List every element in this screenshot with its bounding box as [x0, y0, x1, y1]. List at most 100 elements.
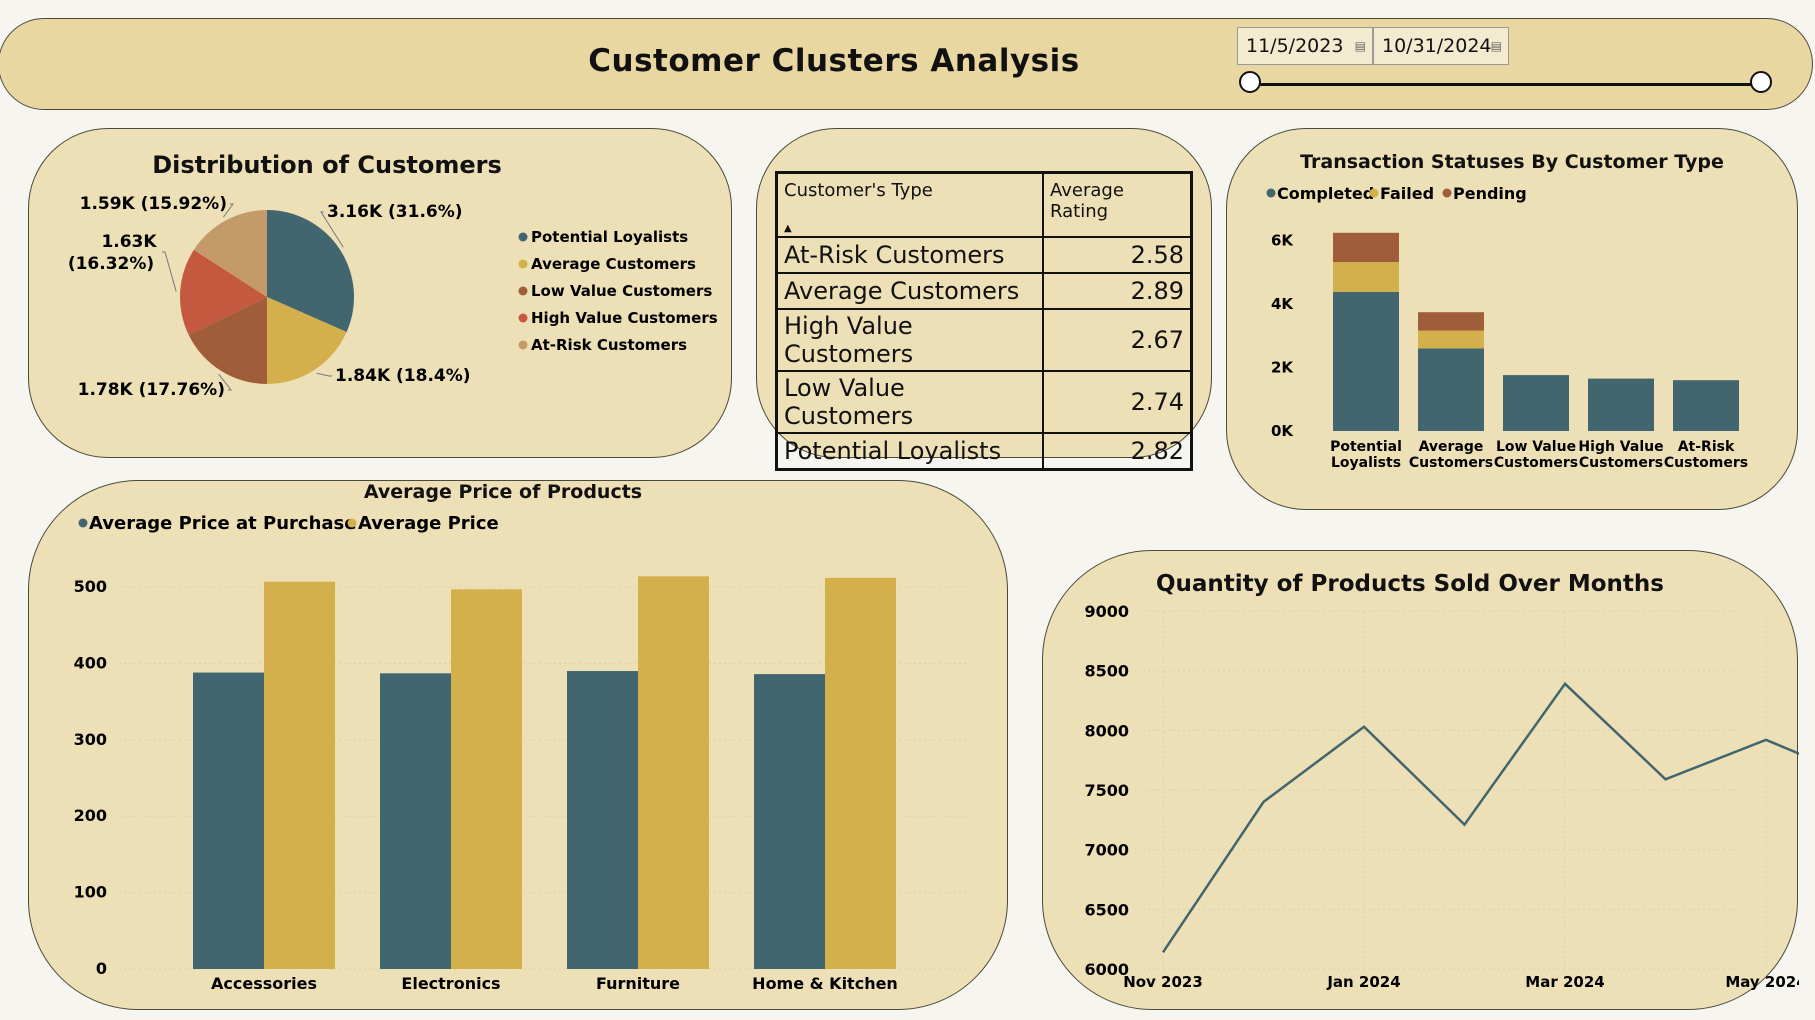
bar-completed	[1673, 380, 1739, 431]
x-tick-label: Low Value	[1496, 439, 1576, 455]
bar-pending	[1418, 312, 1484, 331]
y-tick-label: 100	[74, 883, 107, 902]
y-tick-label: 400	[74, 653, 107, 672]
y-tick-label: 6K	[1271, 231, 1294, 249]
x-tick-label: Loyalists	[1331, 455, 1401, 471]
legend-marker	[1266, 188, 1276, 198]
table-row[interactable]: Potential Loyalists 2.82	[775, 432, 1193, 471]
pie-data-label: 1.84K (18.4%)	[335, 366, 471, 386]
legend-label: At-Risk Customers	[531, 336, 687, 354]
x-tick-label: Jan 2024	[1326, 973, 1400, 991]
bar-completed	[1418, 348, 1484, 431]
y-tick-label: 0	[96, 959, 107, 978]
customer-type-cell: Potential Loyalists	[775, 432, 1044, 471]
bar-failed	[1418, 330, 1484, 349]
legend-label: Average Price	[358, 513, 499, 534]
x-tick-label: Nov 2023	[1123, 973, 1203, 991]
x-tick-label: Furniture	[596, 974, 680, 993]
average-price-panel: Average Price of Products Average Price …	[28, 480, 1008, 1010]
legend-label: Average Price at Purchase	[89, 513, 356, 534]
legend-marker	[518, 313, 528, 323]
bar-average-price	[638, 576, 709, 969]
y-tick-label: 7500	[1084, 781, 1129, 800]
average-rating-cell: 2.89	[1042, 272, 1193, 310]
header-banner: Customer Clusters Analysis 11/5/2023 ▤ 1…	[0, 18, 1813, 110]
table-row[interactable]: Low Value Customers 2.74	[775, 370, 1193, 434]
y-tick-label: 7000	[1084, 841, 1129, 860]
pie-data-label: 1.63K (16.32%)	[68, 232, 158, 274]
average-rating-table: Customer's Type ▲ Average Rating At-Risk…	[775, 171, 1193, 471]
average-rating-cell: 2.67	[1042, 308, 1193, 372]
y-tick-label: 300	[74, 730, 107, 749]
x-tick-label: Mar 2024	[1525, 973, 1604, 991]
transaction-status-chart: Completed Failed Pending0K2K4K6KPotentialL…	[1266, 184, 1748, 471]
y-tick-label: 4K	[1271, 295, 1294, 313]
legend-label: Completed	[1277, 184, 1374, 203]
x-tick-label: Customers	[1664, 455, 1748, 471]
quantity-sold-chart: 6000650070007500800085009000Nov 2023 Jan …	[1084, 602, 1799, 991]
legend-marker	[518, 232, 528, 242]
distribution-panel: Distribution of Customers 3.16K (31.6%) 1…	[28, 128, 732, 458]
calendar-icon[interactable]: ▤	[1355, 28, 1366, 64]
end-date-value: 10/31/2024	[1382, 35, 1492, 57]
pie-leader-line	[162, 251, 177, 292]
y-tick-label: 500	[74, 577, 107, 596]
pie-data-label: 3.16K (31.6%)	[327, 202, 463, 222]
customer-type-cell: High Value Customers	[775, 308, 1044, 372]
x-tick-label: Customers	[1409, 455, 1493, 471]
y-tick-label: 2K	[1271, 358, 1294, 376]
table-row[interactable]: At-Risk Customers 2.58	[775, 236, 1193, 274]
legend-marker	[78, 518, 88, 528]
x-tick-label: At-Risk	[1678, 439, 1735, 455]
y-tick-label: 9000	[1084, 602, 1129, 621]
bar-completed	[1588, 378, 1654, 431]
legend-label: Failed	[1380, 184, 1434, 203]
bar-average-price-at-purchase	[567, 671, 638, 969]
average-rating-cell: 2.82	[1042, 432, 1193, 471]
average-rating-cell: 2.74	[1042, 370, 1193, 434]
customer-type-cell: Low Value Customers	[775, 370, 1044, 434]
y-tick-label: 8000	[1084, 721, 1129, 740]
legend-label: Potential Loyalists	[531, 228, 688, 246]
bar-average-price	[451, 589, 522, 969]
bar-completed	[1333, 291, 1399, 431]
bar-average-price-at-purchase	[380, 673, 451, 969]
bar-failed	[1333, 262, 1399, 292]
legend-marker	[1369, 188, 1379, 198]
x-tick-label: May 2024	[1725, 973, 1799, 991]
column-header-average-rating[interactable]: Average Rating	[1042, 171, 1193, 238]
rating-table-panel: Customer's Type ▲ Average Rating At-Risk…	[756, 128, 1212, 471]
table-row[interactable]: High Value Customers 2.67	[775, 308, 1193, 372]
x-tick-label: Customers	[1494, 455, 1578, 471]
calendar-icon[interactable]: ▤	[1491, 28, 1502, 64]
distribution-pie-chart: 3.16K (31.6%) 1.84K (18.4%) 1.78K (17.76%)…	[68, 194, 718, 400]
start-date-value: 11/5/2023	[1246, 35, 1344, 57]
date-range-end-handle[interactable]	[1750, 71, 1772, 93]
customer-type-cell: At-Risk Customers	[775, 236, 1044, 274]
column-header-customer-type[interactable]: Customer's Type ▲	[775, 171, 1044, 238]
start-date-input[interactable]: 11/5/2023 ▤	[1237, 27, 1373, 65]
end-date-input[interactable]: 10/31/2024 ▤	[1373, 27, 1509, 65]
bar-pending	[1333, 232, 1399, 263]
bar-completed	[1503, 375, 1569, 431]
date-range-slider-track[interactable]	[1249, 83, 1761, 86]
average-price-chart: Average Price at Purchase Average Price 0 1…	[74, 513, 969, 993]
bar-average-price-at-purchase	[193, 672, 264, 969]
legend-label: Pending	[1453, 184, 1527, 203]
legend-label: High Value Customers	[531, 309, 718, 327]
y-tick-label: 6500	[1084, 900, 1129, 919]
legend-label: Low Value Customers	[531, 282, 712, 300]
table-row[interactable]: Average Customers 2.89	[775, 272, 1193, 310]
x-tick-label: Electronics	[401, 974, 500, 993]
y-tick-label: 200	[74, 806, 107, 825]
legend-marker	[1442, 188, 1452, 198]
x-tick-label: Home & Kitchen	[752, 974, 898, 993]
quantity-sold-panel: Quantity of Products Sold Over Months 60…	[1042, 550, 1799, 1010]
average-rating-cell: 2.58	[1042, 236, 1193, 274]
legend-marker	[518, 259, 528, 269]
bar-average-price-at-purchase	[754, 674, 825, 969]
transaction-status-panel: Transaction Statuses By Customer Type Co…	[1226, 128, 1798, 510]
date-range-start-handle[interactable]	[1239, 71, 1261, 93]
sort-ascending-icon[interactable]: ▲	[784, 223, 792, 234]
x-tick-label: Accessories	[211, 974, 317, 993]
